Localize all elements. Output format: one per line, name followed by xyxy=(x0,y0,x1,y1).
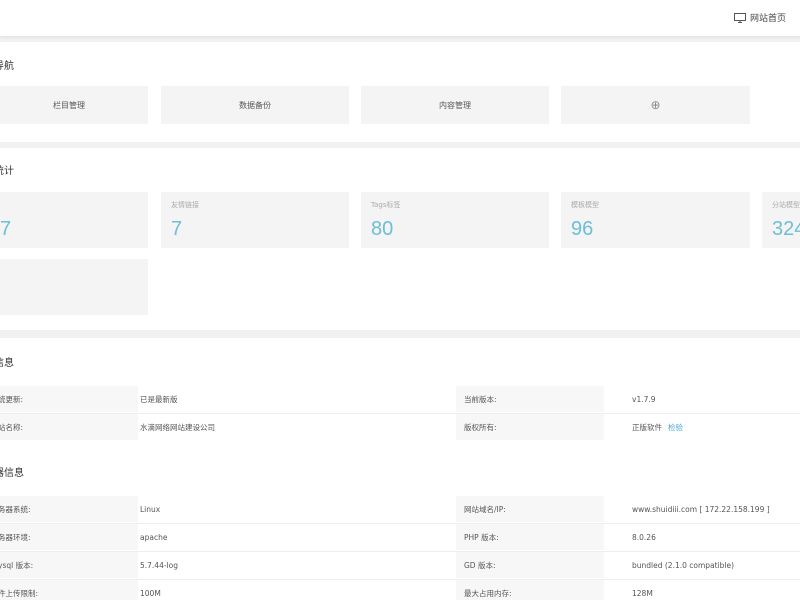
stat-value: 324 xyxy=(772,218,800,240)
nav-card-label: 栏目管理 xyxy=(53,100,85,110)
verify-link[interactable]: 检验 xyxy=(668,422,683,433)
cell-value: www.shuidiii.com [ 172.22.158.199 ] xyxy=(632,504,770,514)
stats-section: 统计 7 友情链接 7 Tags标签 80 模板模型 96 分站模型 324 xyxy=(0,148,800,330)
nav-card-content-management[interactable]: 内容管理 xyxy=(361,86,549,124)
stat-card-substation-models[interactable]: 分站模型 324 xyxy=(762,192,800,248)
cell-label: PHP 版本: xyxy=(456,524,604,550)
nav-section: 导航 栏目管理 数据备份 内容管理 ⊕ xyxy=(0,42,800,142)
nav-card-label: 内容管理 xyxy=(439,100,471,110)
stats-section-title: 统计 xyxy=(0,166,14,177)
stat-card-tags[interactable]: Tags标签 80 xyxy=(361,192,549,248)
nav-section-title: 导航 xyxy=(0,61,14,72)
cell-label: 统更新: xyxy=(0,386,138,412)
cell-label: 务器环境: xyxy=(0,524,138,550)
cell-label: 务器系统: xyxy=(0,496,138,522)
cell-label: 件上传限制: xyxy=(0,580,138,600)
nav-card-column-management[interactable]: 栏目管理 xyxy=(0,86,148,124)
cell-value: 正版软件 检验 xyxy=(632,414,800,440)
cell-label: 版权所有: xyxy=(456,414,604,440)
stat-card[interactable]: 7 xyxy=(0,192,148,248)
stat-value: 7 xyxy=(0,218,12,240)
cell-value: 已是最新版 xyxy=(140,394,178,404)
stat-card-template-models[interactable]: 模板模型 96 xyxy=(561,192,750,248)
cell-value: 5.7.44-log xyxy=(140,560,178,570)
stat-label: 模板模型 xyxy=(571,201,599,209)
stat-label: Tags标签 xyxy=(371,201,401,209)
info-row: 站名称: 水滴网络网站建设公司 版权所有: 正版软件 检验 xyxy=(0,414,800,442)
info-row: 统更新: 已是最新版 当前版本: v1.7.9 xyxy=(0,386,800,414)
cell-value: apache xyxy=(140,532,168,542)
info-row: 务器环境: apache PHP 版本: 8.0.26 xyxy=(0,524,800,552)
nav-card-data-backup[interactable]: 数据备份 xyxy=(161,86,349,124)
website-home-label: 网站首页 xyxy=(749,14,786,24)
cell-value: 100M xyxy=(140,588,161,598)
website-home-link[interactable]: 网站首页 xyxy=(733,11,786,24)
server-info-title: 器信息 xyxy=(0,468,24,479)
cell-value: bundled (2.1.0 compatible) xyxy=(632,560,735,570)
stat-value: 96 xyxy=(571,218,594,240)
stat-value: 80 xyxy=(371,218,394,240)
cell-value: Linux xyxy=(140,504,161,514)
genuine-software-text: 正版软件 xyxy=(632,422,662,432)
monitor-icon xyxy=(733,12,746,23)
cell-label: ysql 版本: xyxy=(0,552,138,578)
add-icon: ⊕ xyxy=(650,98,661,112)
stat-card[interactable] xyxy=(0,259,148,315)
cell-value: v1.7.9 xyxy=(632,394,656,404)
stat-card-friend-links[interactable]: 友情链接 7 xyxy=(161,192,349,248)
stat-label: 友情链接 xyxy=(171,201,199,209)
cell-value: 128M xyxy=(632,588,653,598)
cell-label: 网站域名/IP: xyxy=(456,496,604,522)
stat-label: 分站模型 xyxy=(772,201,800,209)
info-row: ysql 版本: 5.7.44-log GD 版本: bundled (2.1.… xyxy=(0,552,800,580)
nav-card-label: 数据备份 xyxy=(239,100,271,110)
cell-label: 当前版本: xyxy=(456,386,604,412)
info-row: 件上传限制: 100M 最大占用内存: 128M xyxy=(0,580,800,600)
cell-label: GD 版本: xyxy=(456,552,604,578)
info-section: 信息 统更新: 已是最新版 当前版本: v1.7.9 站名称: 水滴网络网站建设… xyxy=(0,338,800,600)
system-info-title: 信息 xyxy=(0,358,14,369)
top-bar: 网站首页 xyxy=(0,0,800,36)
cell-value: 8.0.26 xyxy=(632,532,656,542)
info-row: 务器系统: Linux 网站域名/IP: www.shuidiii.com [ … xyxy=(0,496,800,524)
stat-value: 7 xyxy=(171,218,183,240)
cell-value: 水滴网络网站建设公司 xyxy=(140,422,215,432)
cell-label: 站名称: xyxy=(0,414,138,440)
cell-label: 最大占用内存: xyxy=(456,580,604,600)
nav-card-add[interactable]: ⊕ xyxy=(561,86,750,124)
